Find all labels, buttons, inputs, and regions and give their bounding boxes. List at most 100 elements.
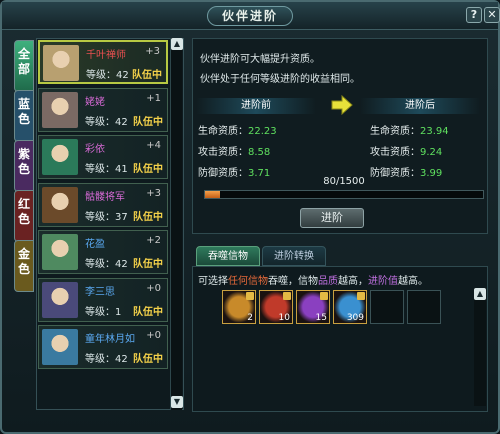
item-count: 309 xyxy=(346,313,364,323)
tab-blue[interactable]: 蓝色 xyxy=(14,90,34,142)
partner-name: 姥姥 xyxy=(85,96,105,108)
desc-highlight-any: 任何信物 xyxy=(228,276,268,287)
item-scrollbar[interactable]: ▲ xyxy=(474,288,486,406)
stat-line: 攻击资质：8.58 xyxy=(198,143,270,158)
bound-mark-icon xyxy=(283,292,291,300)
partner-row[interactable]: 李三思 +0 等级：1 队伍中 xyxy=(38,277,168,322)
partner-avatar xyxy=(42,91,78,128)
stat-label: 生命资质： xyxy=(370,126,420,137)
stat-line: 攻击资质：9.24 xyxy=(370,143,442,158)
bound-mark-icon xyxy=(246,292,254,300)
scroll-up-icon[interactable]: ▲ xyxy=(474,288,486,300)
partner-avatar xyxy=(43,45,79,81)
partner-row[interactable]: 骷髅将军 +3 等级：37 队伍中 xyxy=(38,182,168,227)
item-panel xyxy=(192,266,488,412)
partner-avatar xyxy=(42,234,78,270)
partner-name: 童年林月如 xyxy=(85,334,135,345)
item-count: 10 xyxy=(278,313,290,323)
partner-plus: +4 xyxy=(146,140,161,151)
stat-line: 生命资质：22.23 xyxy=(198,122,277,137)
partner-avatar xyxy=(42,186,78,223)
partner-level: 等级：42 xyxy=(85,259,128,270)
desc-text: 吞噬，信物 xyxy=(268,276,318,287)
scroll-down-icon[interactable]: ▼ xyxy=(171,396,183,408)
bound-mark-icon xyxy=(357,292,365,300)
tab-devour[interactable]: 吞噬信物 xyxy=(196,246,260,266)
partner-row[interactable]: 花盈 +2 等级：42 队伍中 xyxy=(38,230,168,274)
stat-label: 攻击资质： xyxy=(370,147,420,158)
window-title: 伙伴进阶 xyxy=(207,6,293,26)
close-button[interactable]: ✕ xyxy=(484,7,500,23)
info-line-2: 伙伴处于任何等级进阶的收益相同。 xyxy=(200,74,360,85)
progress-text: 80/1500 xyxy=(323,176,365,187)
item-description: 可选择任何信物吞噬，信物品质越高，进阶值越高。 xyxy=(198,272,428,287)
partner-status: 队伍中 xyxy=(132,70,162,81)
item-count: 2 xyxy=(247,313,253,323)
partner-level: 等级：42 xyxy=(85,116,128,128)
stat-value: 22.23 xyxy=(248,126,277,137)
partner-level: 等级：41 xyxy=(85,164,128,175)
partner-status: 队伍中 xyxy=(133,211,163,223)
help-button[interactable]: ? xyxy=(466,7,482,23)
desc-text: 越高， xyxy=(338,276,368,287)
partner-plus: +3 xyxy=(145,46,160,57)
tab-convert[interactable]: 进阶转换 xyxy=(262,246,326,266)
tab-purple[interactable]: 紫色 xyxy=(14,140,34,192)
stat-value: 9.24 xyxy=(420,147,443,158)
partner-level: 等级：42 xyxy=(86,70,129,81)
desc-text: 越高。 xyxy=(398,276,428,287)
partner-plus: +3 xyxy=(146,187,161,199)
item-count: 15 xyxy=(315,313,327,323)
scroll-up-icon[interactable]: ▲ xyxy=(171,38,183,50)
arrow-right-icon xyxy=(331,95,353,115)
desc-highlight-quality: 品质 xyxy=(318,276,338,287)
partner-avatar xyxy=(42,139,78,175)
stat-value: 23.94 xyxy=(420,126,449,137)
partner-plus: +2 xyxy=(146,235,161,246)
progress-bar xyxy=(204,190,484,199)
after-header: 进阶后 xyxy=(360,98,480,114)
item-slot[interactable]: 309 xyxy=(333,290,367,324)
partner-level: 等级：37 xyxy=(85,211,128,223)
progress-fill xyxy=(205,191,220,198)
partner-row[interactable]: 姥姥 +1 等级：42 队伍中 xyxy=(38,87,168,132)
partner-status: 队伍中 xyxy=(133,259,163,270)
stat-label: 生命资质： xyxy=(198,126,248,137)
tab-gold[interactable]: 金色 xyxy=(14,240,34,292)
bound-mark-icon xyxy=(320,292,328,300)
partner-name: 花盈 xyxy=(85,239,105,250)
stat-line: 生命资质：23.94 xyxy=(370,122,449,137)
partner-status: 队伍中 xyxy=(133,354,163,365)
partner-row[interactable]: 彩依 +4 等级：41 队伍中 xyxy=(38,135,168,179)
desc-highlight-value: 进阶值 xyxy=(368,276,398,287)
tab-all[interactable]: 全部 xyxy=(14,40,34,92)
partner-status: 队伍中 xyxy=(133,116,163,128)
partner-plus: +1 xyxy=(146,92,161,104)
partner-level: 等级：1 xyxy=(85,306,122,318)
partner-name: 千叶禅师 xyxy=(86,50,126,61)
partner-row[interactable]: 童年林月如 +0 等级：42 队伍中 xyxy=(38,325,168,369)
empty-slot[interactable] xyxy=(407,290,441,324)
item-slot[interactable]: 2 xyxy=(222,290,256,324)
empty-slot[interactable] xyxy=(370,290,404,324)
stat-label: 攻击资质： xyxy=(198,147,248,158)
info-line-1: 伙伴进阶可大幅提升资质。 xyxy=(200,54,320,65)
partner-row[interactable]: 千叶禅师 +3 等级：42 队伍中 xyxy=(38,40,168,84)
partner-name: 李三思 xyxy=(85,286,115,298)
before-header: 进阶前 xyxy=(196,98,316,114)
stat-value: 8.58 xyxy=(248,147,271,158)
partner-avatar xyxy=(42,329,78,365)
advance-button[interactable]: 进阶 xyxy=(300,208,364,228)
list-scrollbar[interactable]: ▲ ▼ xyxy=(170,38,183,410)
partner-plus: +0 xyxy=(146,282,161,294)
partner-avatar xyxy=(42,281,78,318)
desc-text: 可选择 xyxy=(198,276,228,287)
partner-status: 队伍中 xyxy=(133,306,163,318)
tab-red[interactable]: 红色 xyxy=(14,190,34,242)
partner-level: 等级：42 xyxy=(85,354,128,365)
partner-status: 队伍中 xyxy=(133,164,163,175)
item-slot[interactable]: 10 xyxy=(259,290,293,324)
partner-name: 骷髅将军 xyxy=(85,191,125,203)
item-slot[interactable]: 15 xyxy=(296,290,330,324)
partner-name: 彩依 xyxy=(85,144,105,155)
